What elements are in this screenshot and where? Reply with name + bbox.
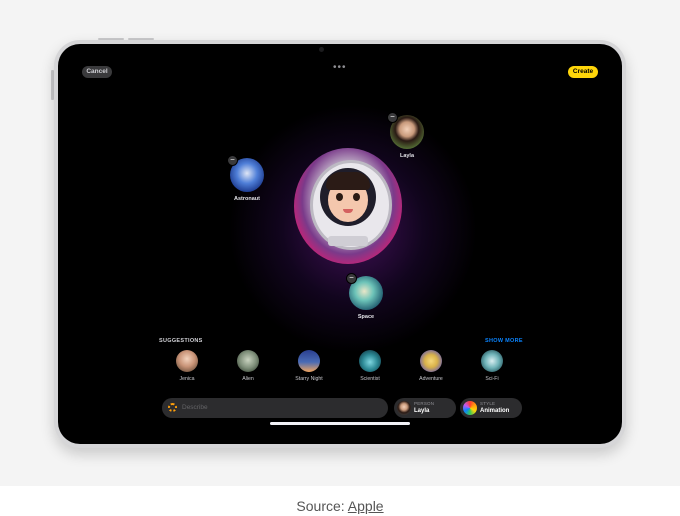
concept-label: Space	[357, 314, 375, 320]
astronaut-icon: −	[227, 155, 264, 192]
left-eye	[336, 193, 343, 201]
cancel-button[interactable]: Cancel	[82, 66, 112, 78]
person-value: Layla	[414, 408, 430, 414]
suggestions-heading: SUGGESTIONS	[159, 338, 203, 344]
suggestion-label: Starry Night	[295, 376, 323, 382]
suit-collar	[328, 236, 368, 246]
suggestion-sci-fi[interactable]: Sci-Fi	[472, 350, 512, 382]
suggestion-jenica[interactable]: Jenica	[167, 350, 207, 382]
front-camera	[319, 47, 324, 52]
suggestion-label: Alien	[242, 376, 254, 382]
sparkle-icon	[168, 403, 177, 412]
alien-icon	[237, 350, 259, 372]
create-button[interactable]: Create	[568, 66, 598, 78]
suggestion-label: Jenica	[179, 376, 195, 382]
style-chip[interactable]: STYLE Animation	[460, 398, 522, 418]
right-eye	[353, 193, 360, 201]
flask-icon	[359, 350, 381, 372]
concept-space[interactable]: − Space	[341, 273, 391, 320]
source-link[interactable]: Apple	[348, 498, 384, 514]
suggestion-starry-night[interactable]: Starry Night	[289, 350, 329, 382]
person-caption: PERSON	[414, 401, 435, 406]
person-avatar	[397, 401, 411, 415]
person-icon	[176, 350, 198, 372]
starry-night-icon	[298, 350, 320, 372]
remove-concept-button[interactable]: −	[346, 273, 357, 284]
home-indicator	[270, 422, 410, 425]
concept-layla[interactable]: − Layla	[382, 112, 432, 159]
style-value: Animation	[480, 408, 510, 414]
suggestion-alien[interactable]: Alien	[228, 350, 268, 382]
source-caption: Source: Apple	[0, 498, 680, 514]
describe-input[interactable]: Describe	[162, 398, 388, 418]
map-icon	[420, 350, 442, 372]
remove-concept-button[interactable]: −	[227, 155, 238, 166]
style-icon	[463, 401, 477, 415]
concept-astronaut[interactable]: − Astronaut	[222, 155, 272, 202]
suggestion-label: Scientist	[360, 376, 380, 382]
remove-concept-button[interactable]: −	[387, 112, 398, 123]
concept-label: Astronaut	[234, 196, 260, 202]
style-caption: STYLE	[480, 401, 496, 406]
ipad-screen: ••• Cancel Create − Astronaut − Layla − …	[58, 44, 622, 444]
person-avatar: −	[387, 112, 424, 149]
planet-icon: −	[346, 273, 383, 310]
suggestion-adventure[interactable]: Adventure	[411, 350, 451, 382]
show-more-button[interactable]: SHOW MORE	[485, 338, 523, 344]
suggestion-scientist[interactable]: Scientist	[350, 350, 390, 382]
ufo-icon	[481, 350, 503, 372]
person-chip[interactable]: PERSON Layla	[394, 398, 456, 418]
suggestion-label: Adventure	[419, 376, 443, 382]
suggestion-label: Sci-Fi	[485, 376, 499, 382]
avatar-hair	[326, 172, 370, 190]
describe-placeholder: Describe	[182, 404, 208, 411]
more-icon[interactable]: •••	[333, 63, 347, 73]
concept-label: Layla	[399, 153, 415, 159]
source-prefix: Source:	[296, 498, 348, 514]
